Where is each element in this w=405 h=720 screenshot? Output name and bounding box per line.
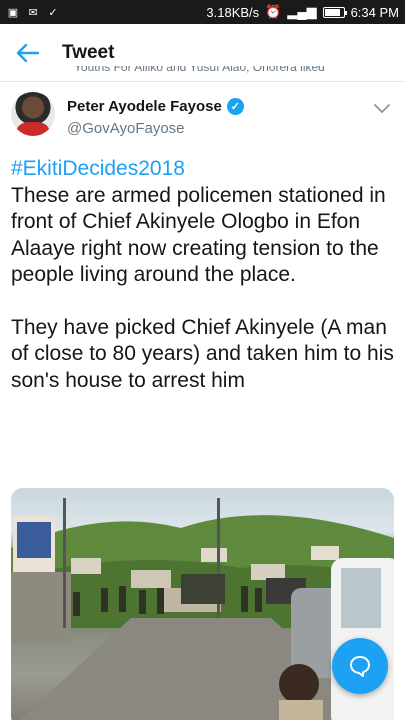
status-bar-left: ▣ ✉ ✓ — [6, 5, 60, 19]
signal-icon: ▂▄▆ — [287, 4, 317, 19]
tweet-photo[interactable] — [11, 488, 394, 720]
reply-fab-button[interactable] — [332, 638, 388, 694]
avatar[interactable] — [11, 92, 55, 136]
battery-icon — [322, 6, 347, 18]
photo-scene — [11, 498, 394, 720]
author-name[interactable]: Peter Ayodele Fayose ✓ — [67, 98, 244, 115]
social-context-line: Youths For Alliko and Yusuf Alao, Onorer… — [74, 66, 325, 74]
status-bar: ▣ ✉ ✓ 3.18KB/s ⏰ ▂▄▆ 6:34 PM — [0, 0, 405, 24]
clock: 6:34 PM — [350, 4, 399, 20]
page-title: Tweet — [62, 41, 115, 63]
tweet-text: #EkitiDecides2018 These are armed police… — [11, 156, 395, 394]
tweet-author: Peter Ayodele Fayose ✓ @GovAyoFayose — [0, 90, 405, 150]
chevron-down-icon[interactable] — [371, 98, 393, 120]
alarm-icon: ⏰ — [265, 4, 282, 19]
verified-icon: ✓ — [226, 98, 244, 115]
author-handle[interactable]: @GovAyoFayose — [67, 120, 185, 137]
mail-icon: ✉ — [28, 6, 38, 19]
speech-bubble-icon — [350, 656, 370, 677]
notification-icon: ▣ — [7, 6, 19, 19]
tweet-paragraph-1: These are armed policemen stationed in f… — [11, 183, 386, 287]
check-icon: ✓ — [48, 6, 58, 19]
hashtag-link[interactable]: #EkitiDecides2018 — [11, 156, 395, 183]
author-name-text: Peter Ayodele Fayose — [67, 98, 222, 115]
status-bar-right: 3.18KB/s ⏰ ▂▄▆ 6:34 PM — [206, 4, 399, 20]
network-speed: 3.18KB/s — [206, 4, 260, 20]
tweet-paragraph-2: They have picked Chief Akinyele (A man o… — [11, 315, 394, 392]
arrow-left-icon[interactable] — [0, 24, 56, 82]
